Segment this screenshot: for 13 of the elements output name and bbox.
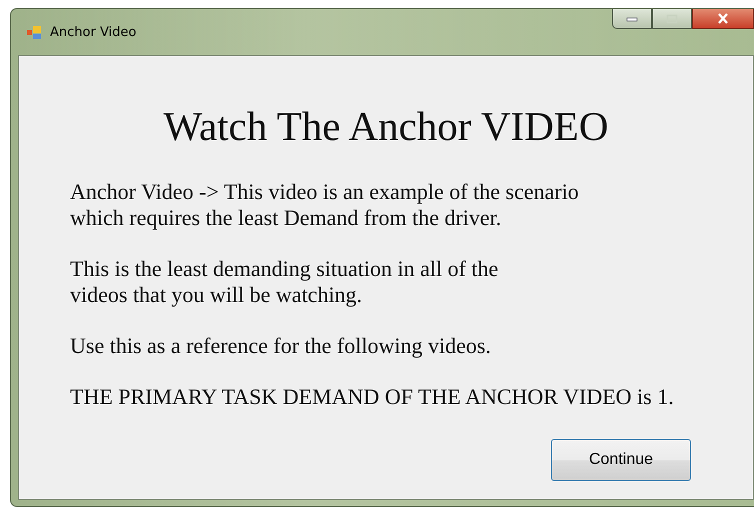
close-icon (717, 13, 729, 24)
paragraph: Use this as a reference for the following videos. (70, 333, 492, 359)
minimize-button[interactable] (612, 9, 652, 29)
maximize-icon (666, 14, 678, 24)
window-title: Anchor Video (50, 24, 136, 40)
close-button[interactable] (692, 9, 754, 29)
minimize-icon (626, 16, 638, 22)
paragraph: Anchor Video -> This video is an example of the scenario which requires the least Demand from the driver. (70, 179, 580, 231)
paragraph: THE PRIMARY TASK DEMAND OF THE ANCHOR VIDEO is 1. (70, 384, 675, 410)
window-icon (26, 24, 42, 40)
heading: Watch The Anchor VIDEO (162, 102, 610, 150)
continue-button[interactable]: Continue (551, 439, 691, 481)
paragraph: This is the least demanding situation in all of the videos that you will be watching. (70, 256, 500, 308)
